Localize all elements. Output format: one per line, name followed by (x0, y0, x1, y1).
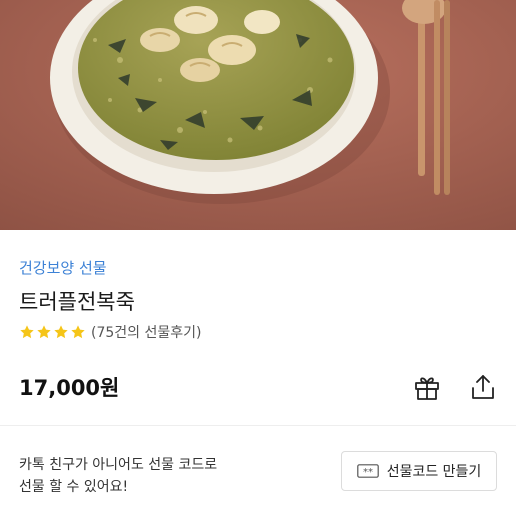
gift-code-description-2: 선물 할 수 있어요! (19, 479, 129, 495)
svg-text:**: ** (363, 467, 373, 478)
make-gift-code-button[interactable]: ** 선물코드 만들기 (341, 451, 497, 491)
rating-stars (19, 324, 86, 340)
star-icon (71, 325, 85, 339)
gift-icon (415, 377, 439, 400)
make-gift-code-label: 선물코드 만들기 (386, 464, 482, 480)
rating-summary[interactable]: (75건의 선물후기) (19, 322, 201, 342)
star-icon (54, 325, 68, 339)
product-image (0, 0, 516, 230)
section-divider (0, 425, 516, 426)
gift-code-ticket-icon: ** (356, 464, 379, 478)
product-category[interactable]: 건강보양 선물 (19, 257, 107, 278)
share-button[interactable] (468, 372, 498, 402)
gift-button[interactable] (412, 372, 442, 402)
gift-code-description: 카톡 친구가 아니어도 선물 코드로 (19, 457, 218, 473)
share-icon (472, 375, 494, 399)
review-count[interactable]: (75건의 선물후기) (91, 322, 201, 342)
product-title: 트러플전복죽 (19, 290, 135, 314)
star-icon (37, 325, 51, 339)
product-price: 17,000원 (19, 376, 120, 400)
star-icon (20, 325, 34, 339)
